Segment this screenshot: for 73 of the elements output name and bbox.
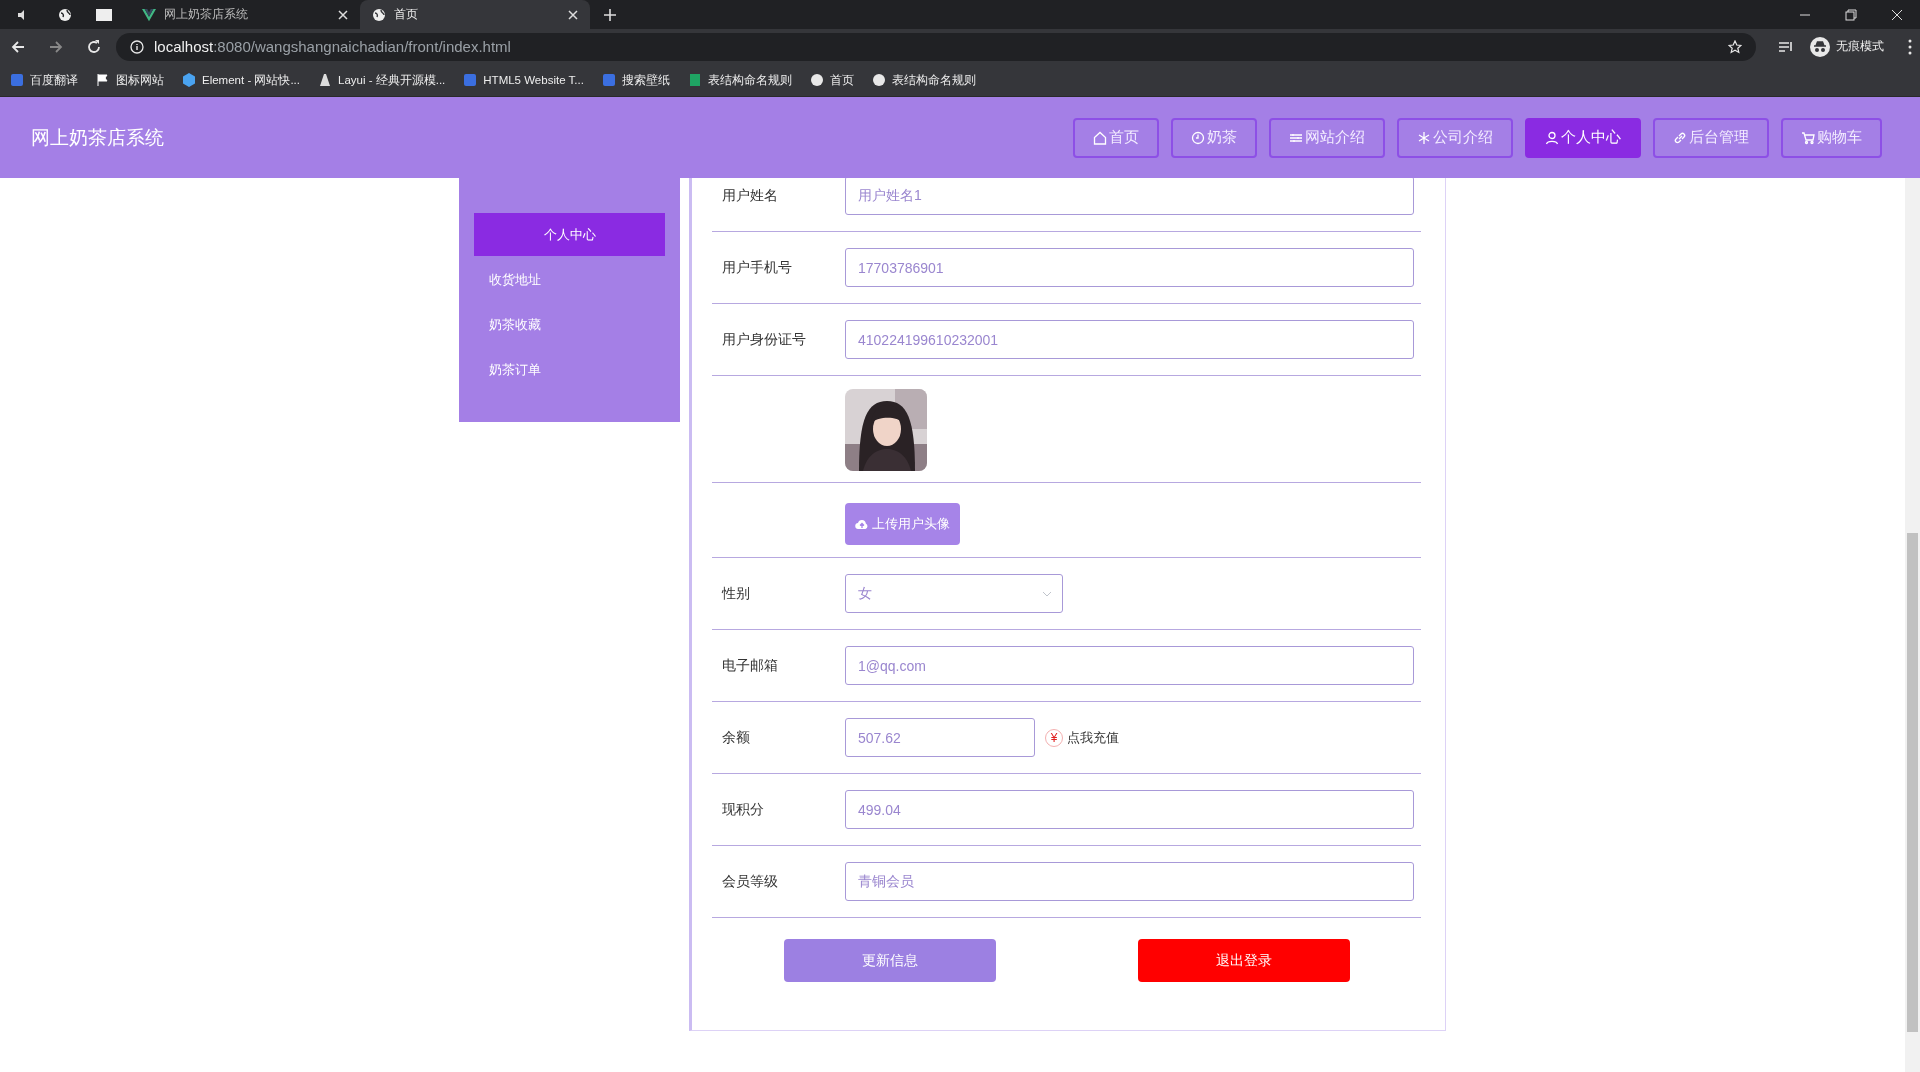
- nav-button[interactable]: 公司介绍: [1397, 117, 1513, 158]
- square-icon: [10, 73, 24, 87]
- upload-button[interactable]: 上传用户头像: [845, 503, 960, 545]
- incognito-icon[interactable]: [1810, 36, 1830, 57]
- window-icon[interactable]: [96, 8, 112, 21]
- bookmark-link[interactable]: 图标网站: [96, 72, 164, 88]
- nav-button[interactable]: 购物车: [1781, 117, 1882, 158]
- back-icon[interactable]: [10, 38, 26, 55]
- bookmark-link[interactable]: 百度翻译: [10, 72, 78, 88]
- text-field[interactable]: 1@qq.com: [845, 646, 1414, 685]
- text-field[interactable]: 17703786901: [845, 248, 1414, 287]
- close-icon[interactable]: [338, 9, 348, 20]
- close-icon[interactable]: [1891, 8, 1903, 21]
- browser-tab[interactable]: 首页: [360, 0, 590, 29]
- text-field[interactable]: 用户姓名1: [845, 178, 1414, 215]
- bookmark-link[interactable]: 表结构命名规则: [871, 72, 976, 88]
- reload-icon[interactable]: [86, 38, 102, 55]
- field-label: 电子邮箱: [721, 656, 779, 675]
- bookmark-link[interactable]: HTML5 Website T...: [463, 73, 584, 87]
- update-button[interactable]: 更新信息: [784, 939, 996, 982]
- nav-button[interactable]: 网站介绍: [1269, 117, 1385, 158]
- bookmark-link[interactable]: 搜索壁纸: [601, 72, 670, 88]
- sidebar-item[interactable]: 奶茶收藏: [474, 303, 665, 346]
- field-label: 会员等级: [721, 872, 779, 891]
- logout-button[interactable]: 退出登录: [1138, 939, 1350, 982]
- select-field[interactable]: 女: [845, 574, 1063, 613]
- nav-button[interactable]: 个人中心: [1525, 117, 1641, 158]
- address-field[interactable]: localhost:8080/wangshangnaichadian/front/index.html: [116, 32, 1756, 61]
- close-icon[interactable]: [568, 9, 578, 20]
- star-icon[interactable]: [1728, 39, 1742, 54]
- field-label: 用户姓名: [721, 186, 779, 205]
- text-field[interactable]: 499.04: [845, 790, 1414, 829]
- user-icon: [1545, 130, 1559, 145]
- home-icon: [1093, 130, 1107, 145]
- nav-button[interactable]: 后台管理: [1653, 117, 1769, 158]
- sidebar-item[interactable]: 奶茶订单: [474, 348, 665, 391]
- field-label: 用户身份证号: [721, 330, 807, 349]
- field-label: 用户手机号: [721, 258, 793, 277]
- nav-button[interactable]: 首页: [1073, 117, 1159, 158]
- recharge-link[interactable]: 点我充值: [1067, 728, 1119, 747]
- field-label: 现积分: [721, 800, 765, 819]
- cart-icon: [1801, 130, 1815, 145]
- info-icon: [130, 39, 144, 54]
- caret-icon: [1042, 590, 1052, 597]
- v-logo-icon: [142, 7, 156, 22]
- square-icon: [601, 73, 616, 87]
- profile-label[interactable]: 无痕模式: [1836, 38, 1884, 55]
- menu-icon[interactable]: [1908, 38, 1912, 55]
- sidebar-item[interactable]: 收货地址: [474, 258, 665, 301]
- restore-icon[interactable]: [1845, 8, 1857, 21]
- site-title: 网上奶茶店系统: [31, 125, 164, 150]
- scrollbar[interactable]: [1905, 178, 1920, 1072]
- hexagon-icon: [182, 73, 196, 87]
- square-icon: [463, 73, 478, 87]
- new-tab-icon[interactable]: [604, 8, 616, 21]
- cloud-upload-icon: [855, 518, 869, 530]
- field-label: 性别: [720, 584, 751, 603]
- nav-button[interactable]: 奶茶: [1171, 117, 1257, 158]
- field-label: 余额: [721, 728, 751, 747]
- clock-icon: [1191, 130, 1205, 145]
- link-icon: [1673, 130, 1687, 145]
- bookmark-link[interactable]: 表结构命名规则: [687, 72, 792, 88]
- bookmark-link[interactable]: 首页: [809, 72, 854, 88]
- text-field[interactable]: 青铜会员: [845, 862, 1414, 901]
- sidebar-item[interactable]: 个人中心: [474, 213, 665, 256]
- bookmark-link[interactable]: Layui - 经典开源模...: [318, 72, 446, 88]
- forward-icon[interactable]: [48, 38, 64, 55]
- bookmark-link[interactable]: Element - 网站快...: [182, 72, 300, 88]
- snowflake-icon: [1417, 130, 1431, 145]
- browser-tab[interactable]: 网上奶茶店系统: [130, 0, 360, 29]
- text-field[interactable]: 507.62: [845, 718, 1035, 757]
- flag-icon: [96, 73, 110, 87]
- text-field[interactable]: 410224199610232001: [845, 320, 1414, 359]
